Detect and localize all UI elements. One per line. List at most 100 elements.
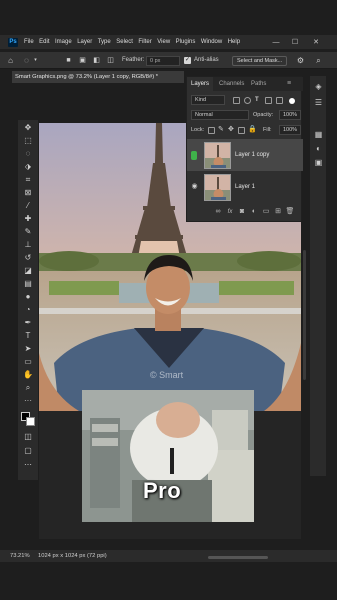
menu-filter[interactable]: Filter — [138, 39, 151, 45]
menu-layer[interactable]: Layer — [77, 39, 92, 45]
options-bar: ⌂ ◌ ▾ ■ ▣ ◧ ◫ Feather: 0 px ✓ Anti-alias… — [0, 52, 337, 69]
adjustments-dock-icon[interactable]: ◐ — [314, 144, 323, 153]
lock-image-icon[interactable]: ✎ — [218, 125, 224, 135]
lasso-tool-icon[interactable]: ◌ — [22, 149, 34, 159]
delete-icon[interactable]: 🗑 — [285, 208, 295, 216]
rectangle-tool-icon[interactable]: ▭ — [22, 357, 34, 367]
filter-smart-object-icon[interactable] — [276, 97, 283, 104]
tab-channels[interactable]: Channels — [215, 77, 248, 91]
menu-type[interactable]: Type — [98, 39, 111, 45]
frame-tool-icon[interactable]: ⊠ — [22, 188, 34, 198]
dodge-tool-icon[interactable]: ◔ — [22, 305, 34, 315]
menu-select[interactable]: Select — [116, 39, 133, 45]
healing-brush-icon[interactable]: ✚ — [22, 214, 34, 224]
layer-row-layer-1-copy[interactable]: Layer 1 copy — [187, 139, 303, 171]
screen-mode-icon[interactable]: ▢ — [22, 446, 34, 456]
menu-edit[interactable]: Edit — [39, 39, 49, 45]
filter-type-icon[interactable]: T — [255, 95, 259, 105]
menu-file[interactable]: File — [24, 39, 34, 45]
history-brush-icon[interactable]: ↺ — [22, 253, 34, 263]
object-select-tool-icon[interactable]: ⬗ — [22, 162, 34, 172]
home-icon[interactable]: ⌂ — [6, 56, 15, 65]
move-tool-icon[interactable]: ✥ — [22, 123, 34, 133]
crop-tool-icon[interactable]: ⌗ — [22, 175, 34, 185]
tab-paths[interactable]: Paths — [247, 77, 270, 91]
background-color-swatch[interactable] — [26, 417, 35, 426]
horizontal-scrollbar[interactable] — [208, 556, 268, 559]
new-layer-icon[interactable]: ⊞ — [273, 208, 283, 216]
fx-icon[interactable]: fx — [225, 208, 235, 216]
group-icon[interactable]: ▭ — [261, 208, 271, 216]
lock-position-icon[interactable]: ✥ — [228, 125, 234, 135]
filter-kind-select[interactable]: Kind — [191, 95, 225, 105]
minimize-button[interactable]: — — [270, 35, 282, 49]
maximize-button[interactable]: ☐ — [289, 35, 301, 49]
layer-row-layer-1[interactable]: ◉ Layer 1 — [187, 171, 303, 203]
blend-mode-select[interactable]: Normal — [191, 110, 249, 120]
menu-plugins[interactable]: Plugins — [176, 39, 196, 45]
add-selection-icon[interactable]: ▣ — [78, 56, 87, 65]
stamp-tool-icon[interactable]: ⊥ — [22, 240, 34, 250]
lock-row: Lock: ✎ ✥ 🔒 Fill: 100% — [187, 125, 303, 136]
visibility-eye-icon[interactable]: ◉ — [190, 183, 199, 191]
menu-help[interactable]: Help — [228, 39, 240, 45]
brush-tool-icon[interactable]: ✎ — [22, 227, 34, 237]
tools-panel: ✥ ⬚ ◌ ⬗ ⌗ ⊠ ⁄ ✚ ✎ ⊥ ↺ ◪ ▤ ● ◔ ✒ T ➤ ▭ ✋ … — [18, 120, 38, 480]
path-select-icon[interactable]: ➤ — [22, 344, 34, 354]
lock-transparent-icon[interactable] — [208, 127, 215, 134]
vertical-scrollbar[interactable] — [303, 250, 306, 380]
visibility-eye-icon[interactable] — [191, 151, 197, 160]
adjustment-icon[interactable]: ◐ — [249, 208, 259, 216]
opacity-input[interactable]: 100% — [279, 110, 301, 120]
layers-dock-icon[interactable]: ◈ — [314, 82, 323, 91]
feather-input[interactable]: 0 px — [146, 55, 180, 66]
chevron-down-icon[interactable]: ▾ — [31, 56, 40, 65]
close-window-button[interactable]: ✕ — [310, 35, 322, 49]
filter-pixel-icon[interactable] — [233, 97, 240, 104]
edit-toolbar-icon[interactable]: ⋯ — [22, 460, 34, 470]
zoom-tool-icon[interactable]: ⌕ — [22, 383, 34, 393]
marquee-tool-icon[interactable]: ⬚ — [22, 136, 34, 146]
eraser-tool-icon[interactable]: ◪ — [22, 266, 34, 276]
menu-image[interactable]: Image — [55, 39, 72, 45]
filter-shape-icon[interactable] — [265, 97, 272, 104]
menu-view[interactable]: View — [157, 39, 170, 45]
select-and-mask-button[interactable]: Select and Mask... — [232, 55, 288, 66]
filter-adjustment-icon[interactable] — [244, 97, 251, 104]
search-icon[interactable]: ⌕ — [314, 56, 323, 65]
pen-tool-icon[interactable]: ✒ — [22, 318, 34, 328]
layer-name[interactable]: Layer 1 copy — [235, 150, 269, 160]
gradient-tool-icon[interactable]: ▤ — [22, 279, 34, 289]
link-icon[interactable]: ∞ — [213, 208, 223, 216]
new-selection-icon[interactable]: ■ — [64, 56, 73, 65]
feather-label: Feather: — [122, 57, 145, 63]
intersect-selection-icon[interactable]: ◫ — [106, 56, 115, 65]
properties-dock-icon[interactable]: ☰ — [314, 98, 323, 107]
lasso-tool-icon[interactable]: ◌ — [22, 56, 31, 65]
fill-input[interactable]: 100% — [279, 125, 301, 135]
quick-mask-icon[interactable]: ◫ — [22, 432, 34, 442]
channels-dock-icon[interactable]: ▣ — [314, 158, 323, 167]
document-tab[interactable]: Smart Graphics.png @ 73.2% (Layer 1 copy… — [12, 71, 184, 83]
antialias-checkbox[interactable]: ✓ — [184, 56, 191, 64]
lock-all-icon[interactable]: 🔒 — [248, 125, 257, 135]
layer-thumbnail-image — [205, 143, 230, 168]
subtract-selection-icon[interactable]: ◧ — [92, 56, 101, 65]
document-info[interactable]: 1024 px x 1024 px (72 ppi) — [38, 551, 107, 561]
layer-name[interactable]: Layer 1 — [235, 182, 255, 192]
lock-artboard-icon[interactable] — [238, 127, 245, 134]
hand-tool-icon[interactable]: ✋ — [22, 370, 34, 380]
menu-window[interactable]: Window — [201, 39, 222, 45]
more-tools-icon[interactable]: ··· — [22, 396, 34, 406]
type-tool-icon[interactable]: T — [22, 331, 34, 341]
mask-icon[interactable]: ◙ — [237, 208, 247, 216]
gear-icon[interactable]: ⚙ — [296, 56, 305, 65]
filter-toggle-icon[interactable] — [289, 98, 295, 104]
panel-tabs: Layers Channels Paths ≡ — [187, 77, 303, 91]
eyedropper-tool-icon[interactable]: ⁄ — [22, 201, 34, 211]
blur-tool-icon[interactable]: ● — [22, 292, 34, 302]
libraries-dock-icon[interactable]: ▦ — [314, 130, 323, 139]
zoom-level[interactable]: 73.21% — [10, 551, 30, 561]
panel-menu-icon[interactable]: ≡ — [287, 77, 291, 91]
tab-layers[interactable]: Layers — [187, 77, 214, 91]
